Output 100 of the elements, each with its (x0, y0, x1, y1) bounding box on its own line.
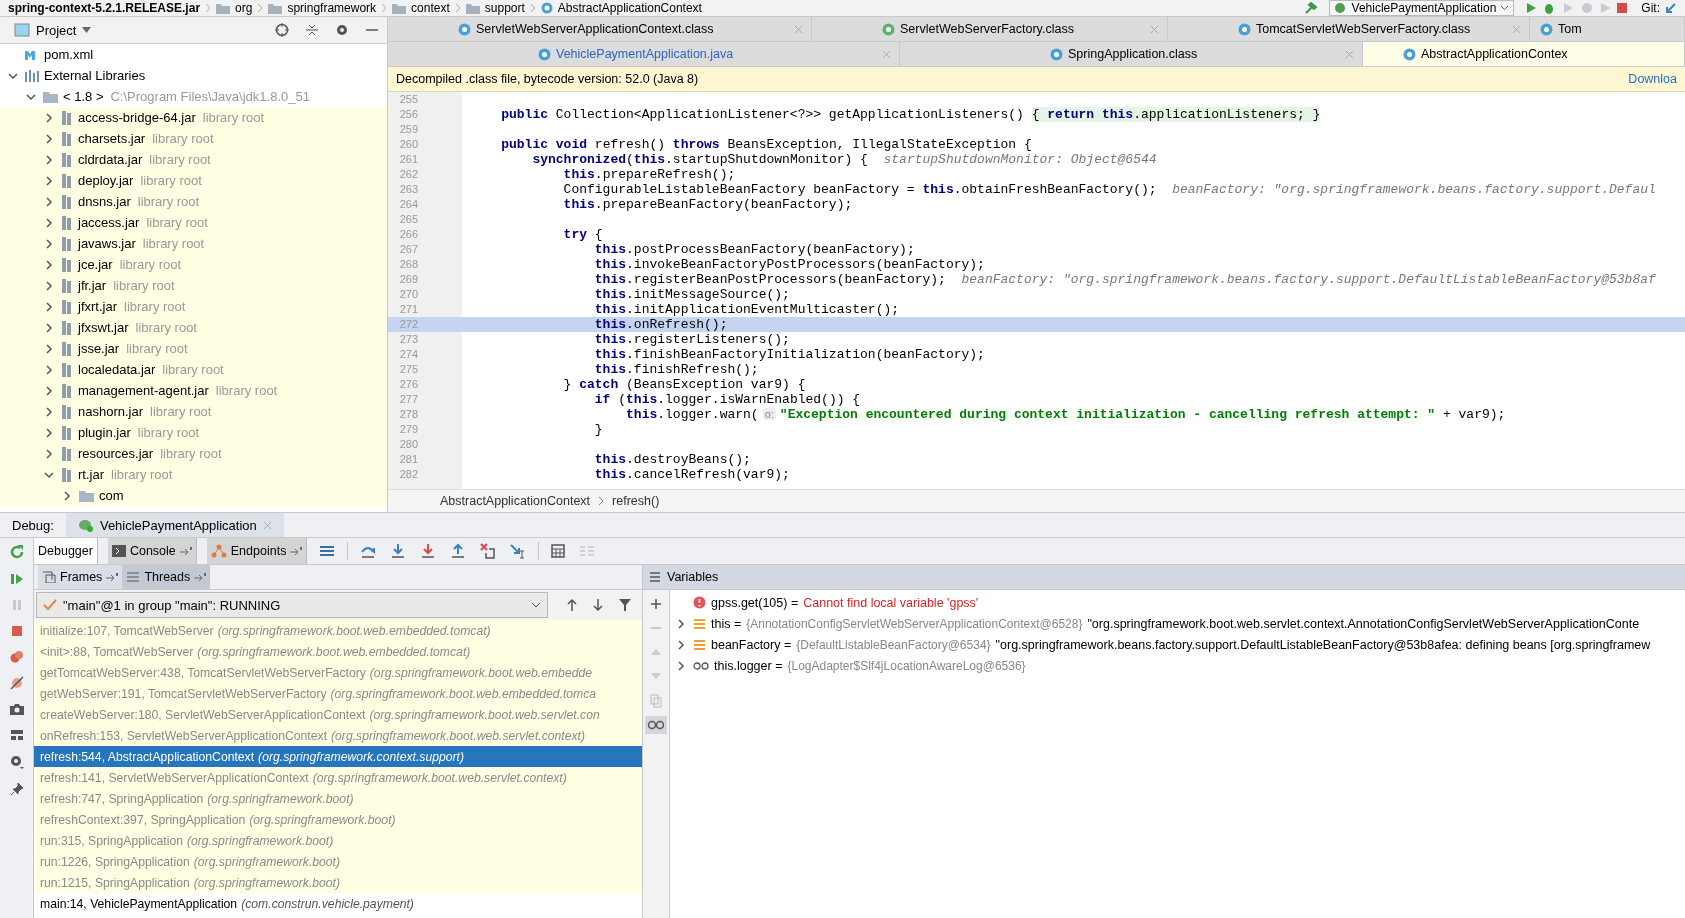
panel-tab[interactable]: Frames (38, 565, 123, 589)
download-link[interactable]: Downloa (1628, 72, 1677, 86)
debug-tab[interactable]: Console (107, 538, 197, 564)
run-to-cursor-icon[interactable] (510, 543, 527, 559)
tree-item[interactable]: jfr.jar (78, 278, 107, 293)
breadcrumb-item[interactable]: org (235, 1, 253, 15)
stack-frame[interactable]: refresh:141, ServletWebServerApplicationContext (org.springframework.boot.web.servlet.context) (34, 767, 642, 788)
tree-item[interactable]: jfxswt.jar (78, 320, 129, 335)
run-icon[interactable] (1525, 2, 1538, 14)
stack-frame[interactable]: onRefresh:153, ServletWebServerApplicationContext (org.springframework.boot.web.servlet.context) (34, 725, 642, 746)
filter-icon[interactable] (618, 598, 632, 612)
menu-icon[interactable] (319, 544, 336, 558)
rerun-icon[interactable] (8, 544, 25, 560)
breadcrumb-item[interactable]: spring-context-5.2.1.RELEASE.jar (8, 1, 201, 15)
breadcrumb-item[interactable]: springframework (287, 1, 377, 15)
editor-tab[interactable]: AbstractApplicationContex (1363, 42, 1685, 66)
layout-icon[interactable] (9, 728, 24, 742)
editor-tab[interactable]: TomcatServletWebServerFactory.class (1168, 17, 1530, 41)
debug-tab[interactable]: Debugger (34, 538, 98, 564)
resume-icon[interactable] (9, 572, 24, 586)
tree-item[interactable]: cldrdata.jar (78, 152, 143, 167)
tree-item[interactable]: jaccess.jar (78, 215, 140, 230)
line-number: 259 (398, 122, 418, 137)
breadcrumb-item[interactable]: context (411, 1, 450, 15)
stack-frame[interactable]: run:1226, SpringApplication (org.springframework.boot) (34, 851, 642, 872)
step-into-icon[interactable] (390, 543, 407, 559)
arrow-down-icon[interactable] (592, 598, 604, 612)
stack-frame[interactable]: getWebServer:191, TomcatServletWebServerFactory (org.springframework.boot.web.embedded.tomca (34, 683, 642, 704)
arrow-up-icon[interactable] (566, 598, 578, 612)
code-line: this.initMessageSource(); (593, 287, 790, 302)
stack-frame[interactable]: run:315, SpringApplication (org.springframework.boot) (34, 830, 642, 851)
tree-item[interactable]: External Libraries (44, 68, 146, 83)
add-icon[interactable] (650, 598, 662, 610)
tree-item[interactable]: management-agent.jar (78, 383, 209, 398)
editor-tab[interactable]: VehiclePaymentApplication.java (388, 42, 900, 66)
pin-arrow-icon[interactable] (106, 573, 119, 581)
tree-item[interactable]: access-bridge-64.jar (78, 110, 196, 125)
thread-dropdown[interactable]: "main"@1 in group "main": RUNNING (36, 592, 548, 618)
tree-item[interactable]: localedata.jar (78, 362, 156, 377)
tree-item[interactable]: jfxrt.jar (78, 299, 117, 314)
stack-frame[interactable]: refresh:747, SpringApplication (org.springframework.boot) (34, 788, 642, 809)
drop-frame-icon[interactable] (480, 543, 497, 559)
tree-item[interactable]: jsse.jar (78, 341, 120, 356)
camera-icon[interactable] (8, 702, 25, 716)
force-step-into-icon[interactable] (420, 543, 437, 559)
stack-frame[interactable]: refresh:544, AbstractApplicationContext (org.springframework.context.support) (34, 746, 642, 767)
editor-tab[interactable]: SpringApplication.class (900, 42, 1363, 66)
breadcrumb-item[interactable]: AbstractApplicationContext (557, 1, 702, 15)
tree-item[interactable]: deploy.jar (78, 173, 134, 188)
hammer-icon[interactable] (1303, 2, 1318, 14)
stack-frame[interactable]: run:1215, SpringApplication (org.springframework.boot) (34, 872, 642, 893)
line-number: 272 (398, 317, 418, 332)
tree-item[interactable]: javaws.jar (78, 236, 136, 251)
stack-frame[interactable]: initialize:107, TomcatWebServer (org.springframework.boot.web.embedded.tomcat) (34, 620, 642, 641)
tree-item[interactable]: plugin.jar (78, 425, 131, 440)
step-out-icon[interactable] (450, 543, 467, 559)
tree-item[interactable]: resources.jar (78, 446, 154, 461)
stack-frame[interactable]: getTomcatWebServer:438, TomcatServletWebServerFactory (org.springframework.boot.web.embedde (34, 662, 642, 683)
editor-tab[interactable]: ServletWebServerApplicationContext.class (388, 17, 812, 41)
breadcrumb-item[interactable]: AbstractApplicationContext (440, 494, 591, 508)
editor-tab[interactable]: ServletWebServerFactory.class (812, 17, 1168, 41)
stack-frame[interactable]: main:14, VehiclePaymentApplication (com.construn.vehicle.payment) (34, 893, 642, 914)
tree-item[interactable]: < 1.8 > (63, 89, 104, 104)
stop-icon[interactable] (9, 624, 24, 638)
breadcrumb-item[interactable]: refresh() (612, 494, 660, 508)
panel-title[interactable]: Project (36, 22, 77, 38)
tree-item[interactable]: com (99, 488, 124, 503)
breakpoints-icon[interactable] (9, 650, 24, 664)
tree-item[interactable]: pom.xml (44, 47, 94, 62)
debug-tab[interactable]: Endpoints (206, 538, 308, 564)
settings-icon[interactable] (335, 23, 349, 37)
pin-arrow-icon[interactable] (179, 547, 192, 555)
tree-item[interactable]: nashorn.jar (78, 404, 144, 419)
run-configuration-dropdown[interactable]: VehiclePaymentApplication (1328, 0, 1515, 16)
update-icon[interactable] (1665, 2, 1677, 14)
mute-breakpoints-icon[interactable] (9, 676, 24, 690)
panel-tab[interactable]: Threads (122, 565, 211, 589)
tree-item[interactable]: charsets.jar (78, 131, 146, 146)
editor-tab[interactable]: Tom (1530, 17, 1685, 41)
breadcrumb-item[interactable]: support (484, 1, 525, 15)
glasses-icon[interactable] (645, 716, 667, 734)
tree-item[interactable]: rt.jar (78, 467, 104, 482)
stop-icon[interactable] (1616, 2, 1629, 14)
line-number: 260 (398, 137, 418, 152)
menu-icon[interactable] (649, 571, 661, 583)
target-icon[interactable] (275, 23, 289, 37)
collapse-icon[interactable] (305, 23, 319, 37)
pin-arrow-icon[interactable] (290, 547, 303, 555)
stack-frame[interactable]: createWebServer:180, ServletWebServerApplicationContext (org.springframework.boot.web.servlet.con (34, 704, 642, 725)
session-tab[interactable]: VehiclePaymentApplication (65, 513, 284, 537)
tree-item-note: library root (162, 362, 224, 377)
calculator-icon[interactable] (551, 544, 566, 558)
caret-icon[interactable] (82, 27, 92, 33)
pin-icon[interactable] (9, 782, 24, 796)
tree-item[interactable]: jce.jar (78, 257, 113, 272)
pin-arrow-icon[interactable] (194, 573, 207, 581)
settings-icon[interactable] (8, 754, 25, 770)
tree-item[interactable]: dnsns.jar (78, 194, 131, 209)
stack-frame[interactable]: refreshContext:397, SpringApplication (org.springframework.boot) (34, 809, 642, 830)
stack-frame[interactable]: <init>:88, TomcatWebServer (org.springframework.boot.web.embedded.tomcat) (34, 641, 642, 662)
